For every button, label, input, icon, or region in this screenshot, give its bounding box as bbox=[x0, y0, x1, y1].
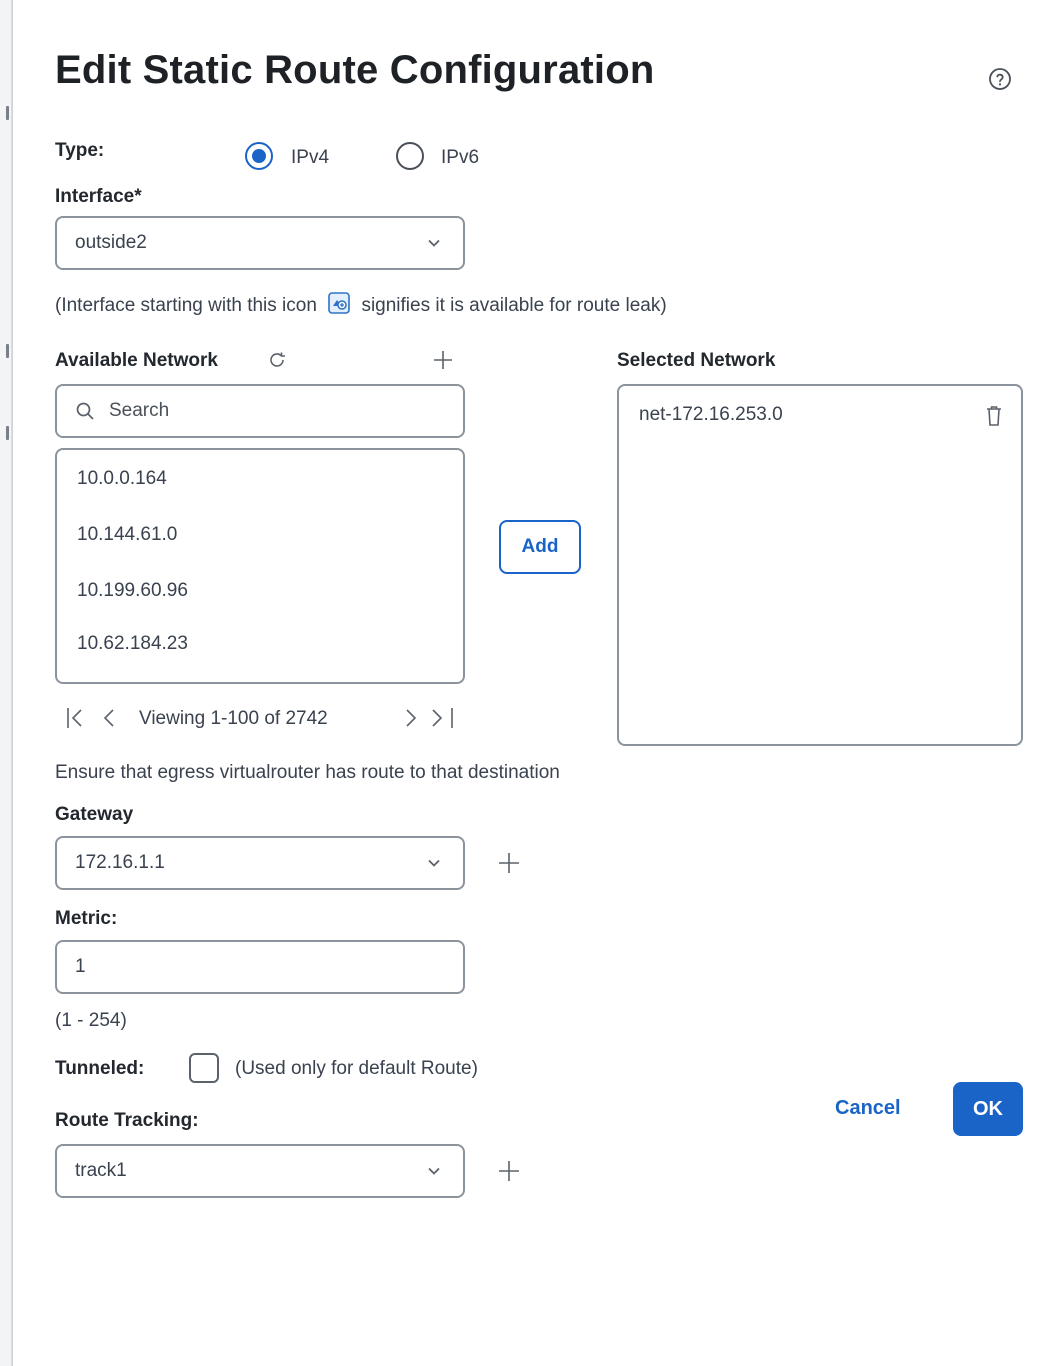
selected-network-item[interactable]: net-172.16.253.0 bbox=[639, 404, 783, 426]
gateway-select[interactable]: 172.16.1.1 bbox=[55, 836, 465, 890]
chevron-down-icon bbox=[428, 859, 440, 867]
available-network-list[interactable]: 10.0.0.164 10.144.61.0 10.199.60.96 10.6… bbox=[55, 448, 465, 684]
ipv4-label: IPv4 bbox=[291, 147, 330, 168]
route-tracking-select[interactable]: track1 bbox=[55, 1144, 465, 1198]
search-icon bbox=[76, 402, 94, 420]
question-circle-icon[interactable] bbox=[988, 67, 1012, 91]
search-placeholder: Search bbox=[109, 400, 170, 421]
metric-input[interactable]: 1 bbox=[55, 940, 465, 994]
interface-label: Interface* bbox=[55, 186, 142, 207]
cancel-button[interactable]: Cancel bbox=[835, 1097, 901, 1120]
selected-network-list[interactable]: net-172.16.253.0 bbox=[617, 384, 1023, 746]
background-tick bbox=[6, 344, 9, 358]
ok-button[interactable]: OK bbox=[953, 1082, 1023, 1136]
interface-select[interactable]: outside2 bbox=[55, 216, 465, 270]
add-route-tracking-plus-icon[interactable] bbox=[497, 1159, 521, 1183]
last-page-icon[interactable] bbox=[427, 706, 457, 730]
type-label: Type: bbox=[55, 140, 105, 161]
network-search-input[interactable]: Search bbox=[55, 384, 465, 438]
tunneled-checkbox[interactable] bbox=[189, 1053, 219, 1083]
ipv6-label: IPv6 bbox=[441, 147, 480, 168]
chevron-down-icon bbox=[428, 239, 440, 247]
route-leak-note-end: signifies it is available for route leak… bbox=[361, 295, 667, 316]
gateway-label: Gateway bbox=[55, 804, 134, 825]
background-tick bbox=[6, 426, 9, 440]
refresh-icon[interactable] bbox=[266, 349, 288, 371]
next-page-icon[interactable] bbox=[401, 706, 419, 730]
metric-range-hint: (1 - 254) bbox=[55, 1010, 127, 1031]
selected-network-label: Selected Network bbox=[617, 350, 776, 371]
interface-select-value: outside2 bbox=[75, 232, 147, 253]
ipv6-radio[interactable] bbox=[396, 142, 424, 170]
add-network-button[interactable]: Add bbox=[499, 520, 581, 574]
tunneled-note: (Used only for default Route) bbox=[235, 1058, 478, 1079]
list-item[interactable]: 10.62.184.23 bbox=[77, 633, 188, 655]
gateway-select-value: 172.16.1.1 bbox=[75, 852, 165, 873]
list-item[interactable]: 10.199.60.96 bbox=[77, 580, 188, 602]
add-network-plus-icon[interactable] bbox=[431, 348, 455, 372]
available-network-label: Available Network bbox=[55, 350, 218, 372]
route-tracking-select-value: track1 bbox=[75, 1160, 127, 1181]
list-item[interactable]: 10.144.61.0 bbox=[77, 524, 177, 546]
add-gateway-plus-icon[interactable] bbox=[497, 851, 521, 875]
metric-label: Metric: bbox=[55, 908, 118, 929]
tunneled-label: Tunneled: bbox=[55, 1058, 145, 1079]
previous-page-icon[interactable] bbox=[101, 706, 119, 730]
trash-icon[interactable] bbox=[983, 404, 1005, 428]
metric-input-value: 1 bbox=[75, 956, 86, 977]
route-tracking-label: Route Tracking: bbox=[55, 1110, 199, 1131]
first-page-icon[interactable] bbox=[65, 706, 95, 730]
edit-static-route-dialog: Edit Static Route Configuration Type: IP… bbox=[12, 0, 1064, 1366]
egress-note: Ensure that egress virtualrouter has rou… bbox=[55, 762, 560, 783]
route-leak-note-start: (Interface starting with this icon bbox=[55, 295, 317, 316]
dialog-title: Edit Static Route Configuration bbox=[55, 48, 655, 92]
available-network-title: Available Network bbox=[55, 350, 218, 371]
chevron-down-icon bbox=[428, 1167, 440, 1175]
list-item[interactable]: 10.0.0.164 bbox=[77, 468, 167, 490]
background-tick bbox=[6, 106, 9, 120]
route-leak-note: (Interface starting with this icon signi… bbox=[55, 292, 667, 317]
route-leak-icon bbox=[328, 292, 350, 314]
pager-status: Viewing 1-100 of 2742 bbox=[139, 708, 328, 729]
ipv4-radio[interactable] bbox=[245, 142, 273, 170]
background-page-strip bbox=[0, 0, 12, 1366]
